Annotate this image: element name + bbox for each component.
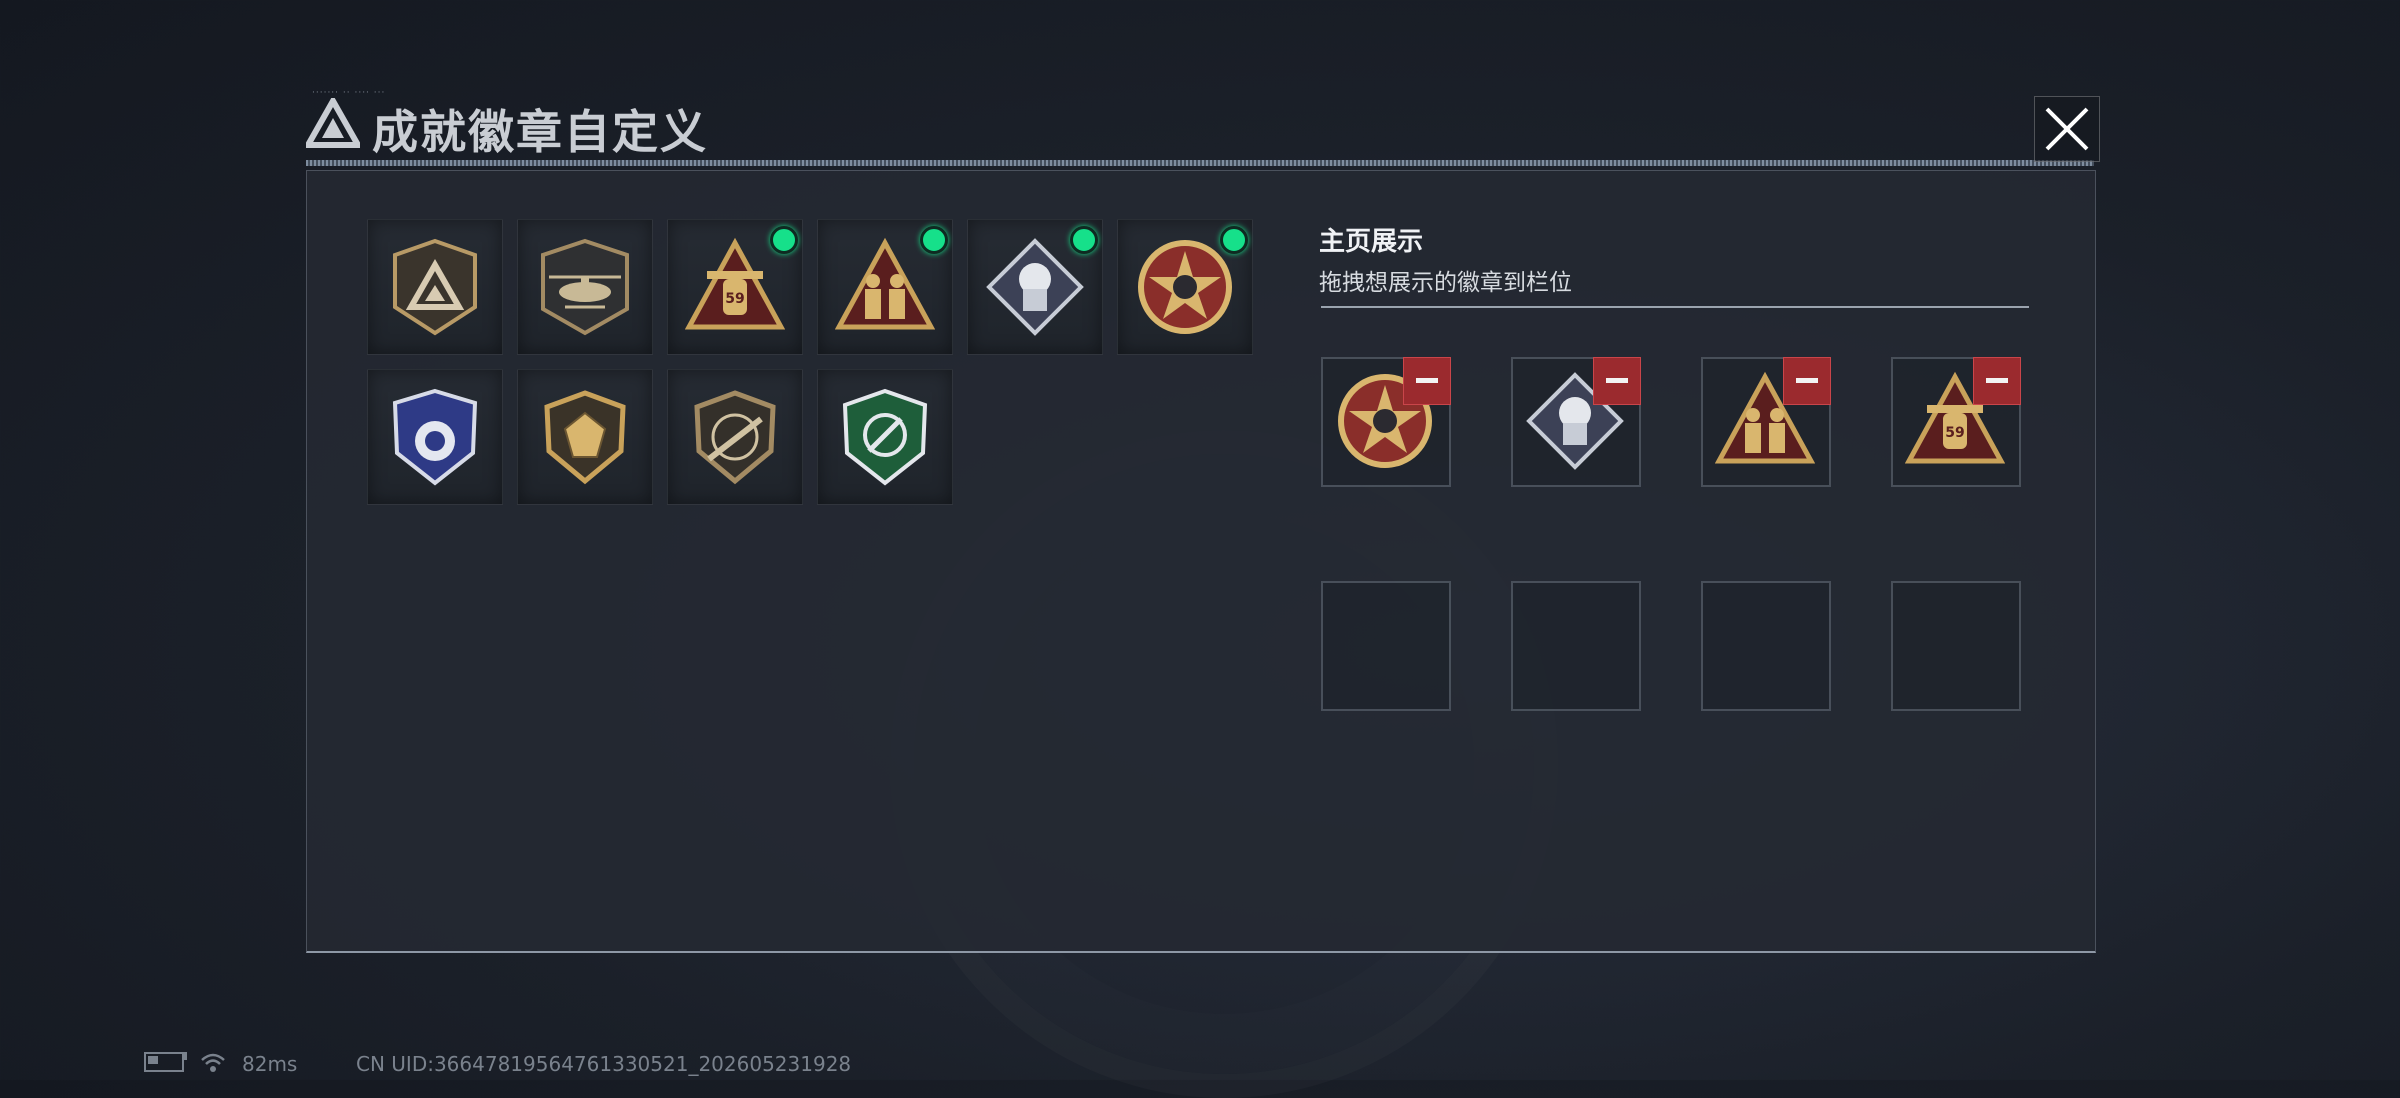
showcase-slot[interactable]: [1511, 357, 1641, 487]
silver-diamond-fist-badge-icon: [986, 238, 1084, 336]
badge-slot[interactable]: [517, 369, 653, 505]
showcase-slot[interactable]: 59: [1891, 357, 2021, 487]
helicopter-shield-badge-icon: [541, 238, 629, 336]
new-indicator: [1220, 226, 1248, 254]
badge-slot[interactable]: [517, 219, 653, 355]
badge-slot[interactable]: [1117, 219, 1253, 355]
showcase-slot-empty[interactable]: [1701, 581, 1831, 711]
remove-badge-button[interactable]: [1973, 357, 2021, 405]
battery-icon: [144, 1052, 184, 1072]
page-title: 成就徽章自定义: [372, 105, 708, 159]
remove-badge-button[interactable]: [1593, 357, 1641, 405]
gold-triangle-59-badge-icon: 59: [685, 237, 785, 330]
showcase-slot[interactable]: [1701, 357, 1831, 487]
badge-slot[interactable]: [817, 219, 953, 355]
rifle-shield-badge-icon: [694, 390, 776, 485]
badge-slot[interactable]: [817, 369, 953, 505]
showcase-slot-empty[interactable]: [1891, 581, 2021, 711]
close-icon: [2045, 107, 2089, 151]
svg-text:59: 59: [725, 291, 744, 307]
new-indicator: [920, 226, 948, 254]
round-star-skull-badge-icon: [1138, 240, 1232, 334]
badge-slot[interactable]: 59: [667, 219, 803, 355]
badge-slot[interactable]: [667, 369, 803, 505]
blue-police-shield-badge-icon: [392, 388, 478, 486]
triangle-logo-icon: [306, 98, 360, 148]
remove-badge-button[interactable]: [1783, 357, 1831, 405]
showcase-subtitle: 拖拽想展示的徽章到栏位: [1319, 270, 1572, 296]
showcase-title: 主页展示: [1319, 227, 1424, 257]
gold-triangle-soldiers-badge-icon: [835, 237, 935, 330]
triangle-logo-shield-badge-icon: [393, 238, 477, 336]
badge-customization-panel: 59 主页展示 拖拽想展示的徽章到栏位 59: [306, 170, 2096, 953]
header: ······· ·· ···· ··· 成就徽章自定义: [296, 88, 2096, 162]
showcase-slot-empty[interactable]: [1321, 581, 1451, 711]
battery-tip: [184, 1052, 187, 1060]
green-knife-shield-badge-icon: [842, 388, 928, 486]
badge-slot[interactable]: [367, 219, 503, 355]
ping-text: 82ms: [242, 1052, 298, 1076]
new-indicator: [770, 226, 798, 254]
gem-shield-badge-icon: [544, 390, 626, 485]
uid-text: CN UID:36647819564761330521_202605231928: [356, 1052, 852, 1076]
badge-slot[interactable]: [967, 219, 1103, 355]
title-divider: [306, 160, 2094, 166]
close-button[interactable]: [2034, 96, 2100, 162]
showcase-slot-empty[interactable]: [1511, 581, 1641, 711]
showcase-slot[interactable]: [1321, 357, 1451, 487]
new-indicator: [1070, 226, 1098, 254]
showcase-divider: [1321, 306, 2029, 308]
svg-text:59: 59: [1945, 425, 1964, 441]
badge-slot[interactable]: [367, 369, 503, 505]
wifi-icon: [201, 1053, 225, 1072]
remove-badge-button[interactable]: [1403, 357, 1451, 405]
